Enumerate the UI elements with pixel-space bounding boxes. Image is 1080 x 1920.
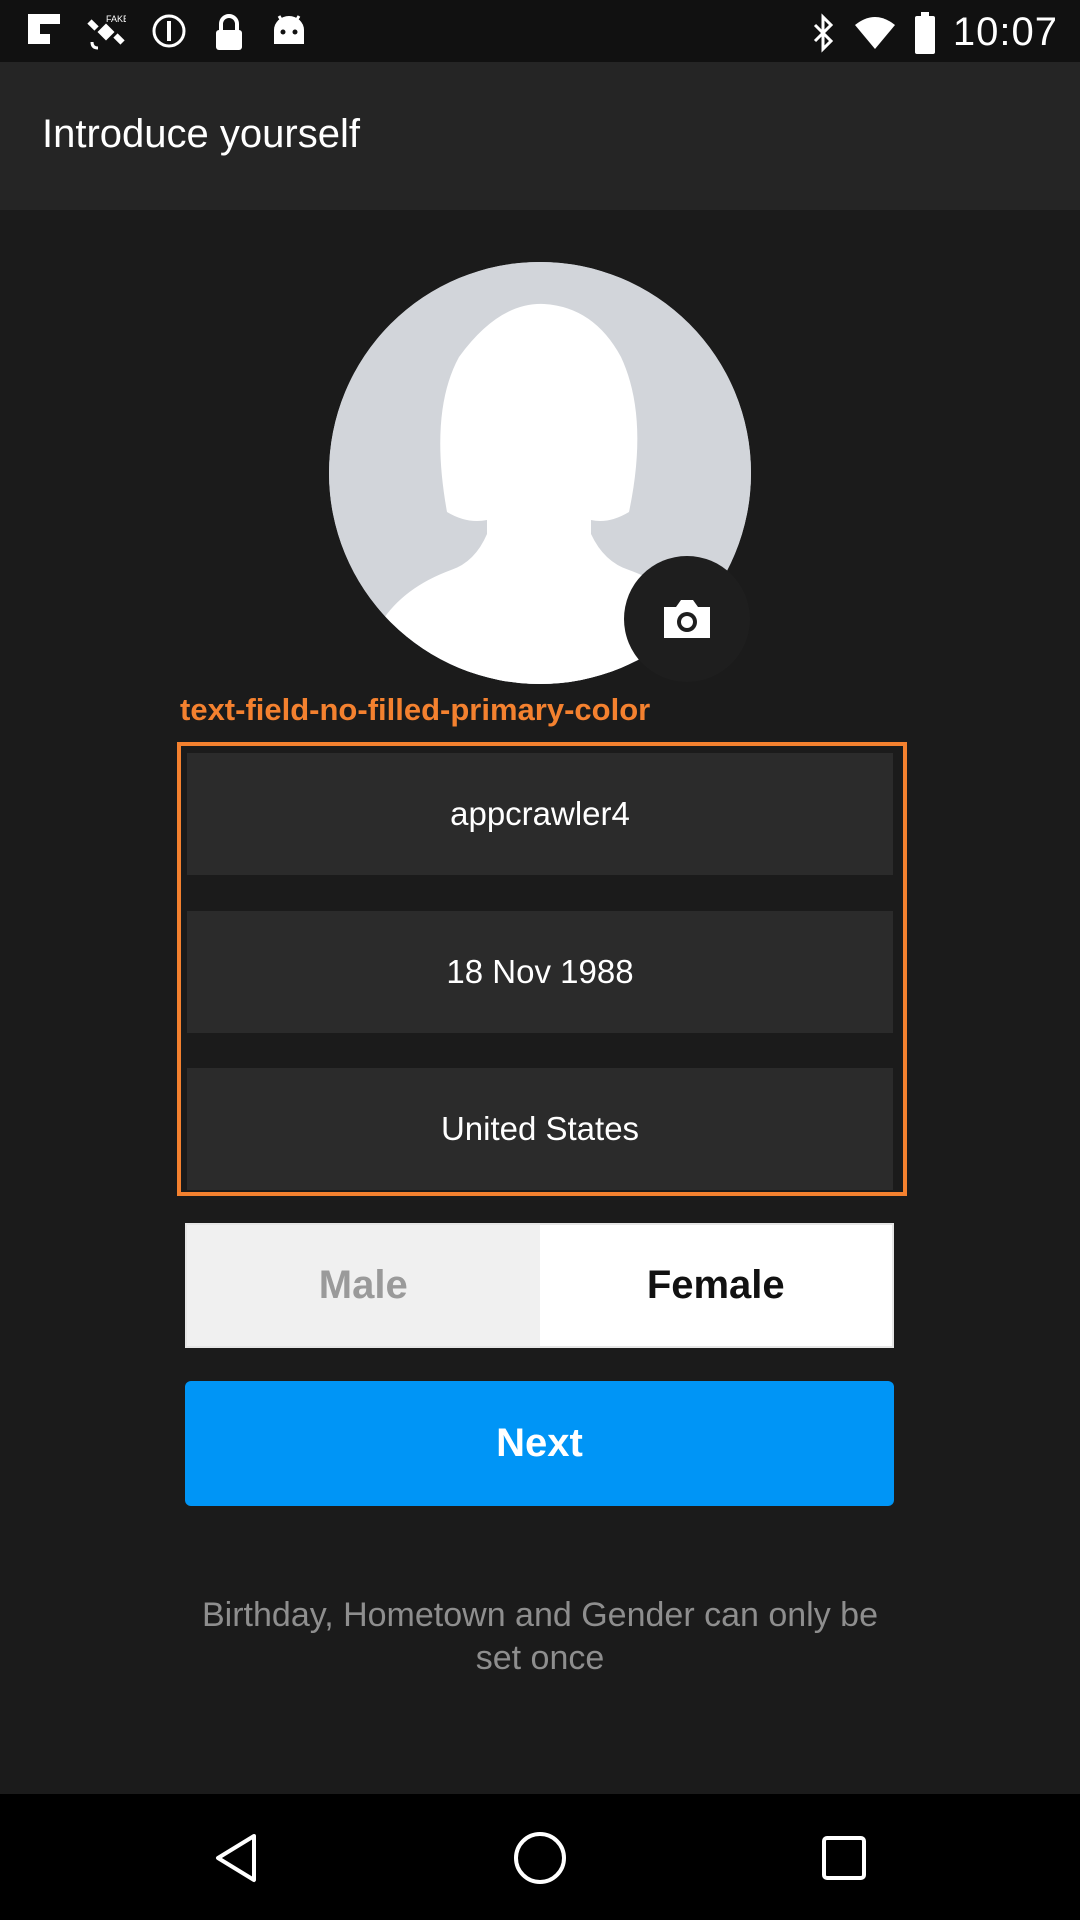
- status-right-icons: 10:07: [811, 10, 1058, 55]
- hometown-field[interactable]: United States: [187, 1068, 893, 1190]
- notice-text: Birthday, Hometown and Gender can only b…: [202, 1596, 878, 1677]
- status-time: 10:07: [952, 10, 1058, 54]
- gender-toggle: Male Female: [185, 1223, 894, 1348]
- next-button-label: Next: [496, 1421, 583, 1465]
- recents-icon: [822, 1836, 866, 1880]
- lock-icon: [212, 12, 246, 52]
- gender-male-label: Male: [318, 1263, 408, 1307]
- birthday-value: 18 Nov 1988: [446, 953, 634, 990]
- gender-female-option[interactable]: Female: [539, 1225, 892, 1346]
- bluetooth-icon: [811, 12, 837, 53]
- flipboard-icon: [26, 12, 62, 52]
- satellite-fake-gps-icon: FAKE: [86, 12, 126, 52]
- hometown-value: United States: [440, 1110, 640, 1147]
- app-bar: Introduce yourself: [0, 62, 1080, 210]
- page-title: Introduce yourself: [42, 112, 360, 156]
- nav-back-button[interactable]: [204, 1826, 268, 1890]
- birthday-field[interactable]: 18 Nov 1988: [187, 911, 893, 1033]
- svg-text:FAKE: FAKE: [106, 14, 126, 24]
- annotation-label: text-field-no-filled-primary-color: [180, 692, 651, 727]
- android-icon: [270, 12, 308, 52]
- camera-icon: [664, 600, 710, 638]
- username-field[interactable]: appcrawler4: [187, 753, 893, 875]
- introduce-form: text-field-no-filled-primary-color appcr…: [0, 210, 1080, 1794]
- username-value: appcrawler4: [450, 795, 630, 832]
- system-nav-bar: [0, 1794, 1080, 1920]
- nav-home-button[interactable]: [508, 1826, 572, 1890]
- next-button[interactable]: Next: [185, 1381, 894, 1506]
- status-bar: FAKE 10:07: [0, 0, 1080, 62]
- wifi-icon: [853, 15, 897, 51]
- back-icon: [216, 1834, 256, 1882]
- status-left-icons: FAKE: [26, 12, 308, 52]
- gender-male-option[interactable]: Male: [187, 1225, 540, 1346]
- battery-icon: [913, 11, 937, 54]
- change-photo-button[interactable]: [624, 556, 750, 682]
- nav-recents-button[interactable]: [812, 1826, 876, 1890]
- alert-circle-icon: [150, 12, 188, 52]
- home-icon: [514, 1832, 566, 1884]
- gender-female-label: Female: [646, 1263, 785, 1307]
